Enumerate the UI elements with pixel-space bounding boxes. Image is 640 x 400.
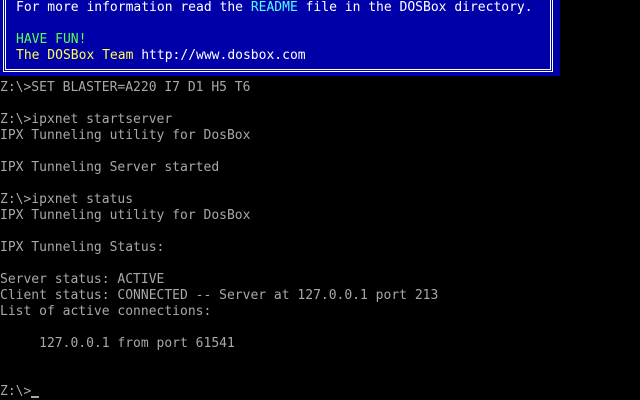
terminal-line: 127.0.0.1 from port 61541 <box>0 336 235 351</box>
prompt-text: Z:\> <box>0 384 32 399</box>
banner-team-prefix: The DOSBox Team <box>16 48 142 63</box>
terminal-line: Z:\>SET BLASTER=A220 I7 D1 H5 T6 <box>0 80 251 95</box>
command-prompt[interactable]: Z:\> <box>0 384 40 400</box>
banner-team-line: The DOSBox Team http://www.dosbox.com <box>16 48 306 64</box>
welcome-banner: For more information read the README fil… <box>0 0 560 76</box>
terminal-line: IPX Tunneling utility for DosBox <box>0 128 251 143</box>
terminal-line: Client status: CONNECTED -- Server at 12… <box>0 288 439 303</box>
banner-info-prefix: For more information read the <box>16 0 251 15</box>
text-cursor <box>31 396 40 398</box>
banner-readme: README <box>250 0 298 15</box>
terminal-line: Server status: ACTIVE <box>0 272 165 287</box>
terminal-line: Z:\>ipxnet startserver <box>0 112 173 127</box>
banner-have-fun: HAVE FUN! <box>16 32 87 47</box>
dosbox-screen: For more information read the README fil… <box>0 0 640 400</box>
terminal-line: IPX Tunneling Status: <box>0 240 165 255</box>
terminal-line: Z:\>ipxnet status <box>0 192 134 207</box>
terminal-line: List of active connections: <box>0 304 212 319</box>
banner-team-url: http://www.dosbox.com <box>141 48 306 63</box>
terminal-line: IPX Tunneling Server started <box>0 160 220 175</box>
terminal-line: IPX Tunneling utility for DosBox <box>0 208 251 223</box>
banner-info-line: For more information read the README fil… <box>16 0 533 16</box>
banner-info-suffix: file in the DOSBox directory. <box>297 0 533 15</box>
